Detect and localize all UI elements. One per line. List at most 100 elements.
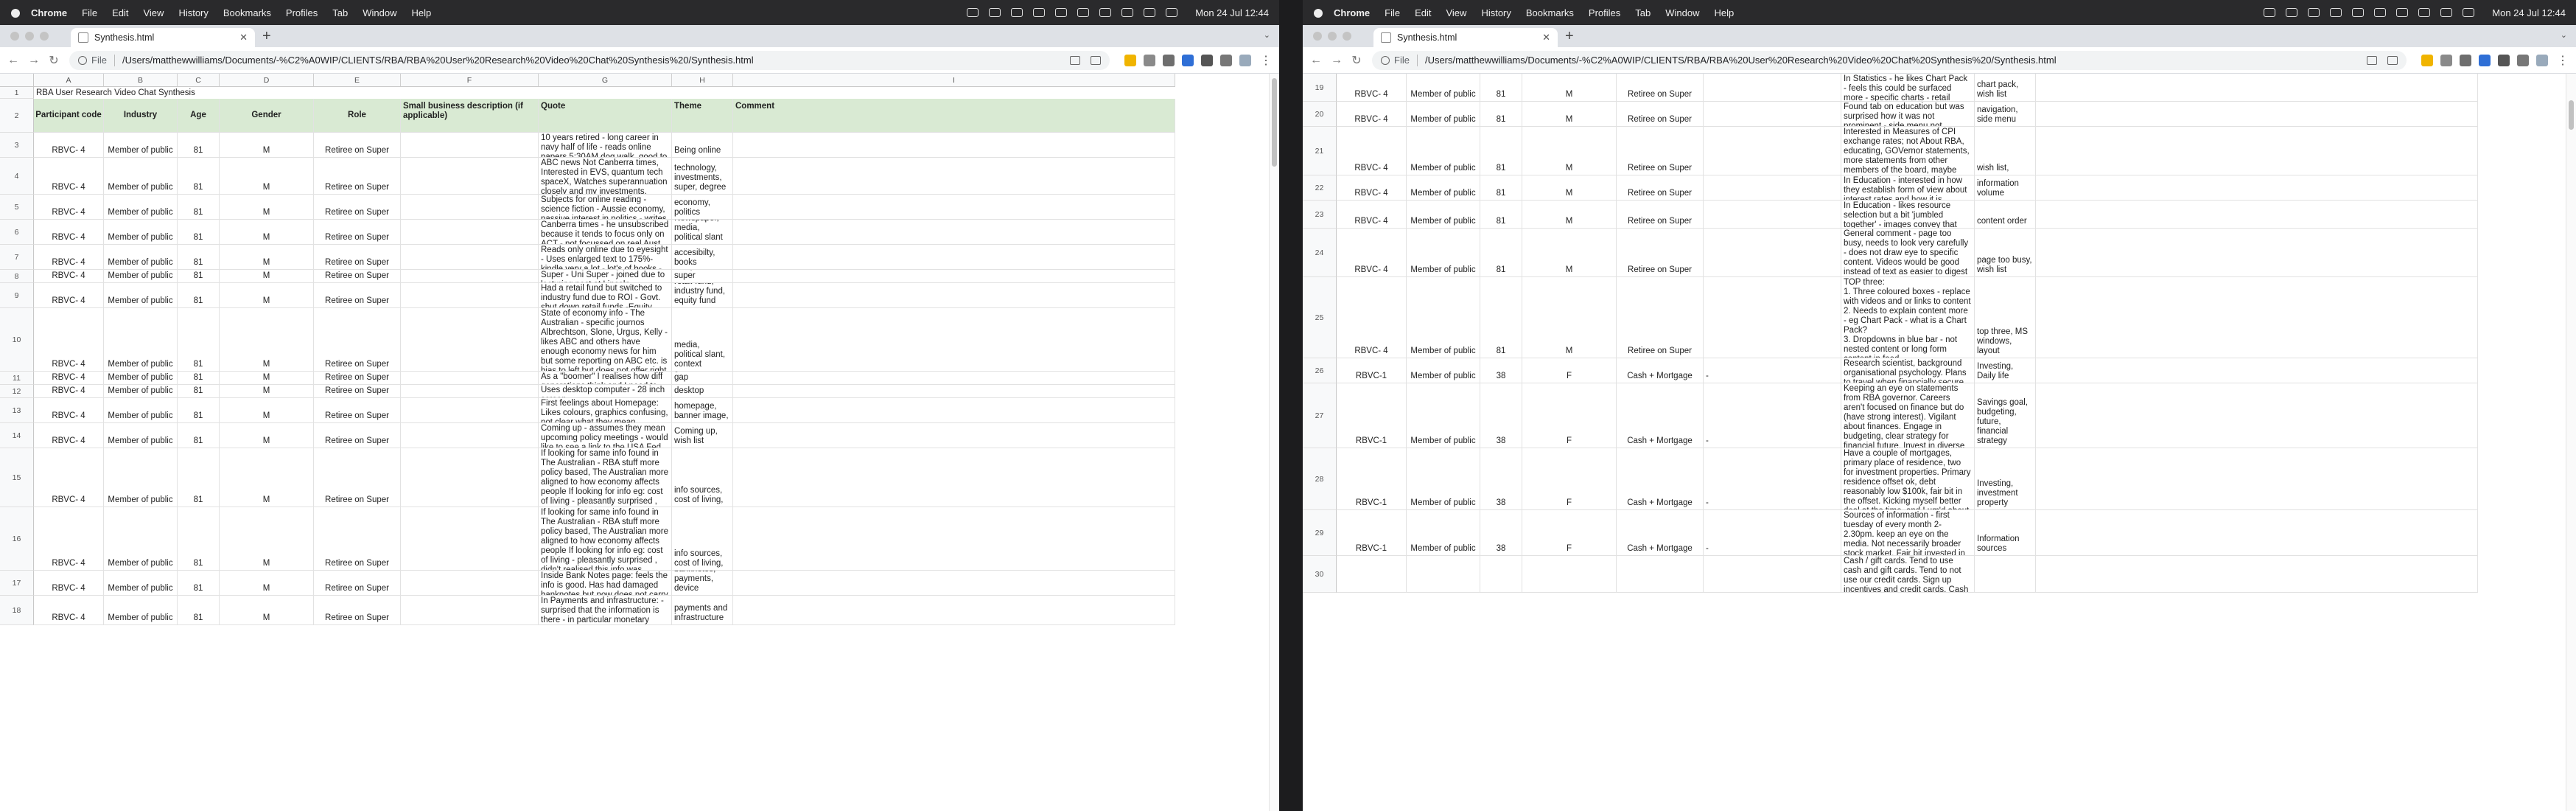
back-button[interactable]: ← (7, 54, 19, 67)
row-header[interactable]: 23 (1303, 201, 1337, 229)
menu-item-window[interactable]: Window (363, 7, 396, 18)
forward-button[interactable]: → (28, 54, 40, 67)
menu-item-edit[interactable]: Edit (1415, 7, 1431, 18)
row-header[interactable]: 22 (1303, 175, 1337, 201)
row-header[interactable]: 29 (1303, 510, 1337, 556)
status-icon-6[interactable] (1166, 8, 1178, 17)
tab-close-icon[interactable]: ✕ (1542, 32, 1550, 43)
row-header[interactable]: 11 (0, 372, 34, 385)
side-panel-icon[interactable] (2517, 54, 2529, 66)
reload-button[interactable]: ↻ (49, 53, 59, 68)
tab-close-icon[interactable]: ✕ (239, 32, 248, 43)
menu-item-tab[interactable]: Tab (332, 7, 348, 18)
status-icon-5[interactable] (1077, 8, 1090, 17)
new-tab-button[interactable]: + (262, 29, 271, 43)
zoom-window-button[interactable] (1343, 32, 1351, 41)
column-header[interactable]: B (104, 74, 178, 87)
apple-menu-icon[interactable] (1313, 7, 1323, 18)
status-icon-1[interactable] (2264, 8, 2276, 17)
status-icon-6[interactable] (2463, 8, 2475, 17)
status-icon-5[interactable] (2374, 8, 2387, 17)
status-icon-3[interactable] (1011, 8, 1023, 17)
row-header[interactable]: 21 (1303, 127, 1337, 175)
zoom-window-button[interactable] (40, 32, 49, 41)
menu-item-history[interactable]: History (1481, 7, 1511, 18)
share-icon[interactable] (2367, 55, 2377, 65)
menu-item-file[interactable]: File (82, 7, 97, 18)
extensions-puzzle-icon[interactable] (2498, 54, 2510, 66)
menu-app-name[interactable]: Chrome (31, 7, 67, 18)
extension-icon-2[interactable] (2440, 54, 2452, 66)
headphones-icon[interactable] (1055, 8, 1068, 17)
menu-item-help[interactable]: Help (1715, 7, 1735, 18)
profile-icon[interactable] (2536, 54, 2548, 66)
headphones-icon[interactable] (2352, 8, 2365, 17)
info-icon[interactable] (78, 55, 87, 65)
extension-icon-3[interactable] (2460, 54, 2471, 66)
row-header[interactable]: 15 (0, 448, 34, 507)
row-header[interactable]: 20 (1303, 102, 1337, 127)
wifi-icon[interactable] (2396, 8, 2409, 17)
side-panel-icon[interactable] (1220, 54, 1232, 66)
row-header[interactable]: 27 (1303, 383, 1337, 448)
row-header[interactable]: 12 (0, 385, 34, 398)
info-icon[interactable] (1381, 55, 1390, 65)
column-header[interactable]: G (539, 74, 672, 87)
menu-app-name[interactable]: Chrome (1334, 7, 1370, 18)
tab-search-chevron-icon[interactable]: ⌄ (2561, 30, 2567, 40)
reload-button[interactable]: ↻ (1351, 53, 1362, 68)
status-icon-1[interactable] (967, 8, 979, 17)
menu-item-history[interactable]: History (178, 7, 208, 18)
row-header[interactable]: 6 (0, 220, 34, 245)
minimize-window-button[interactable] (1328, 32, 1337, 41)
bookmark-star-icon[interactable] (2387, 55, 2398, 65)
new-tab-button[interactable]: + (1565, 29, 1574, 43)
tab-synthesis[interactable]: Synthesis.html ✕ (1373, 28, 1558, 47)
status-icon-4[interactable] (1033, 8, 1046, 17)
menu-item-bookmarks[interactable]: Bookmarks (223, 7, 271, 18)
close-window-button[interactable] (10, 32, 19, 41)
extensions-puzzle-icon[interactable] (1201, 54, 1213, 66)
share-icon[interactable] (1070, 55, 1080, 65)
column-header[interactable]: C (178, 74, 220, 87)
row-header[interactable]: 26 (1303, 358, 1337, 383)
row-header[interactable]: 28 (1303, 448, 1337, 510)
extension-icon-4[interactable] (2479, 54, 2491, 66)
menu-item-view[interactable]: View (1446, 7, 1466, 18)
select-all-corner[interactable] (0, 74, 34, 87)
apple-menu-icon[interactable] (10, 7, 21, 18)
menu-item-view[interactable]: View (143, 7, 164, 18)
column-header[interactable]: A (34, 74, 104, 87)
menu-item-window[interactable]: Window (1665, 7, 1699, 18)
status-icon-2[interactable] (989, 8, 1001, 17)
address-bar[interactable]: File/Users/matthewwilliams/Documents/-%C… (69, 50, 1110, 70)
row-header[interactable]: 9 (0, 283, 34, 308)
row-header[interactable]: 17 (0, 571, 34, 596)
extension-icon-1[interactable] (2421, 54, 2433, 66)
row-header[interactable]: 16 (0, 507, 34, 571)
tab-synthesis[interactable]: Synthesis.html ✕ (71, 28, 255, 47)
column-header[interactable]: F (401, 74, 539, 87)
address-url[interactable]: /Users/matthewwilliams/Documents/-%C2%A0… (122, 55, 754, 66)
address-bar[interactable]: File/Users/matthewwilliams/Documents/-%C… (1372, 50, 2407, 70)
menu-item-profiles[interactable]: Profiles (286, 7, 318, 18)
menu-item-file[interactable]: File (1385, 7, 1400, 18)
extension-icon-3[interactable] (1163, 54, 1175, 66)
row-header[interactable]: 2 (0, 99, 34, 133)
column-header[interactable]: D (220, 74, 314, 87)
row-header[interactable]: 10 (0, 308, 34, 372)
column-header[interactable]: H (672, 74, 733, 87)
status-icon-2[interactable] (2286, 8, 2298, 17)
menu-item-bookmarks[interactable]: Bookmarks (1526, 7, 1574, 18)
row-header[interactable]: 1 (0, 87, 34, 99)
row-header[interactable]: 5 (0, 195, 34, 220)
extension-icon-2[interactable] (1144, 54, 1155, 66)
control-center-icon[interactable] (1144, 8, 1156, 17)
search-icon[interactable] (2418, 8, 2431, 17)
tab-search-chevron-icon[interactable]: ⌄ (1264, 30, 1270, 40)
wifi-icon[interactable] (1099, 8, 1112, 17)
menu-item-edit[interactable]: Edit (112, 7, 128, 18)
menu-item-profiles[interactable]: Profiles (1589, 7, 1620, 18)
row-header[interactable]: 3 (0, 133, 34, 158)
profile-icon[interactable] (1239, 54, 1251, 66)
